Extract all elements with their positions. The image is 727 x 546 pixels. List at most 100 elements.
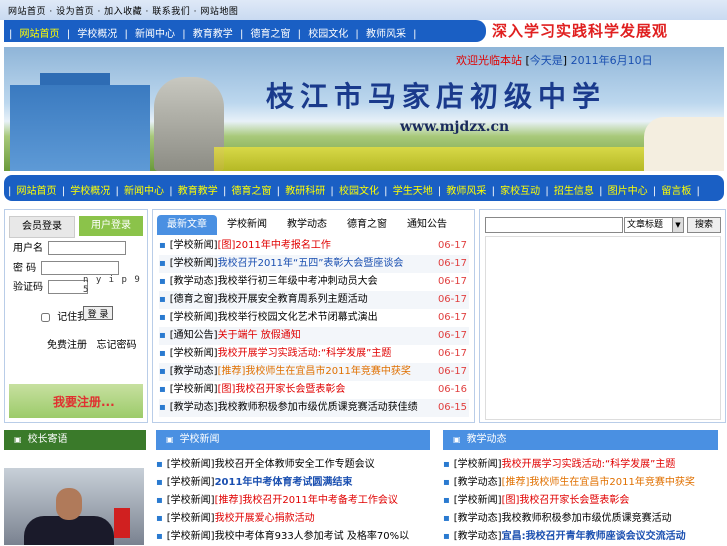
nav-link[interactable]: 德育之窗 [228, 186, 274, 197]
nav-link[interactable]: 教育教学 [190, 29, 236, 40]
nav-link[interactable]: 教育教学 [175, 186, 221, 197]
list-item[interactable]: ▪ [学校新闻]我校开展爱心捐款活动 [156, 510, 436, 528]
news-title[interactable]: 2011年中考体育考试圆满结束 [215, 477, 353, 488]
news-tab[interactable]: 最新文章 [157, 215, 217, 235]
nav-link[interactable]: 教研科研 [282, 186, 328, 197]
news-title[interactable]: 我校教师积极参加市级优质课竞赛活动 [502, 513, 672, 524]
nav-link[interactable]: 新闻中心 [132, 29, 178, 40]
news-title[interactable]: 我校开展爱心捐款活动 [215, 513, 315, 524]
news-title[interactable]: 我校召开2011年中考备考工作会议 [242, 495, 397, 506]
list-item[interactable]: ▪ [学校新闻][图]我校召开家长会暨表彰会 06-16 [159, 381, 469, 399]
list-item[interactable]: ▪ [教学动态][推荐]我校师生在宜昌市2011年竞赛中获奖 06-17 [159, 363, 469, 381]
list-item[interactable]: ▪ [教学动态]我校教师积极参加市级优质课竞赛活动获佳绩 06-15 [159, 399, 469, 417]
news-category: [学校新闻] [169, 312, 218, 323]
news-title[interactable]: 我校中考体育933人参加考试 及格率70%以 [215, 531, 410, 542]
news-title[interactable]: 我校召开2011年“五四”表彰大会暨座谈会 [218, 258, 404, 269]
news-title[interactable]: 2011年中考报名工作 [235, 240, 330, 251]
nav-link[interactable]: 学生天地 [390, 186, 436, 197]
news-title[interactable]: 我校举行校园文化艺术节闭幕式演出 [218, 312, 378, 323]
slogan: 深入学习实践科学发展观 [492, 22, 669, 40]
news-title[interactable]: 我校师生在宜昌市2011年竞赛中获奖 [529, 477, 694, 488]
principal-photo [4, 468, 144, 545]
news-tab[interactable]: 教学动态 [277, 215, 337, 235]
nav-link[interactable]: 德育之窗 [247, 29, 293, 40]
list-item[interactable]: ▪ [学校新闻][图]2011年中考报名工作 06-17 [159, 237, 469, 255]
password-input[interactable] [41, 261, 120, 275]
list-item[interactable]: ▪ [教学动态]我校教师积极参加市级优质课竞赛活动 [443, 510, 723, 528]
nav-separator: | [66, 29, 71, 40]
list-item[interactable]: ▪ [教学动态]宜昌:我校召开青年教师座谈会议交流活动 [443, 528, 723, 546]
nav-link[interactable]: 教师风采 [443, 186, 489, 197]
nav-link[interactable]: 校园文化 [305, 29, 351, 40]
list-item[interactable]: ▪ [学校新闻]我校召开2011年“五四”表彰大会暨座谈会 06-17 [159, 255, 469, 273]
username-label: 用户名 [13, 243, 43, 254]
list-item[interactable]: ▪ [德育之窗]我校开展安全教育周系列主题活动 06-17 [159, 291, 469, 309]
nav-separator: | [652, 186, 657, 197]
header-banner: 欢迎光临本站 [今天是] 2011年6月10日 枝江市马家店初级中学 www.m… [4, 47, 724, 171]
nav-link[interactable]: 学校概况 [74, 29, 120, 40]
nav-link[interactable]: 留言板 [658, 186, 694, 197]
remember-checkbox[interactable] [41, 312, 50, 322]
news-title[interactable]: 我校开展学习实践活动:“科学发展”主题 [218, 348, 392, 359]
news-tab[interactable]: 学校新闻 [217, 215, 277, 235]
news-title[interactable]: 我校教师积极参加市级优质课竞赛活动获佳绩 [218, 402, 418, 413]
bullet-icon: ▪ [156, 531, 163, 542]
news-category: [学校新闻] [169, 348, 218, 359]
top-links[interactable]: 网站首页 · 设为首页 · 加入收藏 · 联系我们 · 网站地图 [8, 4, 238, 17]
list-item[interactable]: ▪ [学校新闻]我校举行校园文化艺术节闭幕式演出 06-17 [159, 309, 469, 327]
nav-link[interactable]: 网站首页 [16, 29, 62, 40]
nav-link[interactable]: 家校互动 [497, 186, 543, 197]
bullet-icon: ▣ [14, 435, 22, 444]
nav-link[interactable]: 教师风采 [363, 29, 409, 40]
list-item[interactable]: ▪ [通知公告]关于端午 放假通知 06-17 [159, 327, 469, 345]
list-item[interactable]: ▪ [教学动态][推荐]我校师生在宜昌市2011年竞赛中获奖 [443, 474, 723, 492]
nav-link[interactable]: 学校概况 [67, 186, 113, 197]
nav-separator: | [437, 186, 442, 197]
news-tab[interactable]: 通知公告 [397, 215, 457, 235]
nav-separator: | [384, 186, 388, 197]
news-tag: [推荐] [214, 495, 243, 506]
register-link[interactable]: 免费注册 [47, 340, 87, 351]
list-item[interactable]: ▪ [学校新闻]我校开展学习实践活动:“科学发展”主题 [443, 456, 723, 474]
nav-link[interactable]: 新闻中心 [121, 186, 167, 197]
search-button[interactable]: 搜索 [687, 217, 721, 233]
chevron-down-icon[interactable]: ▼ [672, 217, 684, 233]
register-banner[interactable]: 我要注册... [9, 384, 143, 418]
captcha-label: 验证码 [13, 282, 43, 293]
section-title: 学校新闻 [179, 434, 220, 445]
news-title[interactable]: 我校召开全体教师安全工作专题会议 [215, 459, 375, 470]
news-category: [教学动态] [169, 276, 218, 287]
tab-member-login[interactable]: 会员登录 [9, 216, 75, 238]
list-item[interactable]: ▪ [学校新闻][图]我校召开家长会暨表彰会 [443, 492, 723, 510]
list-item[interactable]: ▪ [学校新闻]我校中考体育933人参加考试 及格率70%以 [156, 528, 436, 546]
login-button[interactable]: 登 录 [83, 306, 113, 320]
list-item[interactable]: ▪ [学校新闻]我校开展学习实践活动:“科学发展”主题 06-17 [159, 345, 469, 363]
section-title: 教学动态 [466, 434, 507, 445]
bullet-icon: ▪ [159, 312, 166, 323]
list-item[interactable]: ▪ [教学动态]我校举行初三年级中考冲刺动员大会 06-17 [159, 273, 469, 291]
nav-link[interactable]: 校园文化 [336, 186, 382, 197]
section-header-school-news: ▣ 学校新闻 [156, 430, 430, 450]
nav-link[interactable]: 招生信息 [551, 186, 597, 197]
news-title[interactable]: 我校开展安全教育周系列主题活动 [218, 294, 368, 305]
nav-link[interactable]: 网站首页 [13, 186, 59, 197]
bullet-icon: ▪ [159, 348, 166, 359]
news-title[interactable]: 我校召开家长会暨表彰会 [235, 384, 345, 395]
tab-user-login[interactable]: 用户登录 [79, 216, 143, 236]
nav-separator: | [222, 186, 227, 197]
news-title[interactable]: 我校举行初三年级中考冲刺动员大会 [218, 276, 378, 287]
list-item[interactable]: ▪ [学校新闻]2011年中考体育考试圆满结束 [156, 474, 436, 492]
news-title[interactable]: 我校师生在宜昌市2011年竞赛中获奖 [245, 366, 410, 377]
news-title[interactable]: 宜昌:我校召开青年教师座谈会议交流活动 [502, 531, 686, 542]
search-input[interactable] [485, 217, 623, 233]
forgot-password-link[interactable]: 忘记密码 [97, 340, 137, 351]
list-item[interactable]: ▪ [学校新闻][推荐]我校召开2011年中考备考工作会议 [156, 492, 436, 510]
news-category: [教学动态] [169, 402, 218, 413]
news-tab[interactable]: 德育之窗 [337, 215, 397, 235]
news-title[interactable]: 我校开展学习实践活动:“科学发展”主题 [502, 459, 676, 470]
news-title[interactable]: 我校召开家长会暨表彰会 [519, 495, 629, 506]
list-item[interactable]: ▪ [学校新闻]我校召开全体教师安全工作专题会议 [156, 456, 436, 474]
nav-link[interactable]: 图片中心 [604, 186, 650, 197]
username-input[interactable] [48, 241, 127, 255]
news-title[interactable]: 关于端午 放假通知 [218, 330, 301, 341]
